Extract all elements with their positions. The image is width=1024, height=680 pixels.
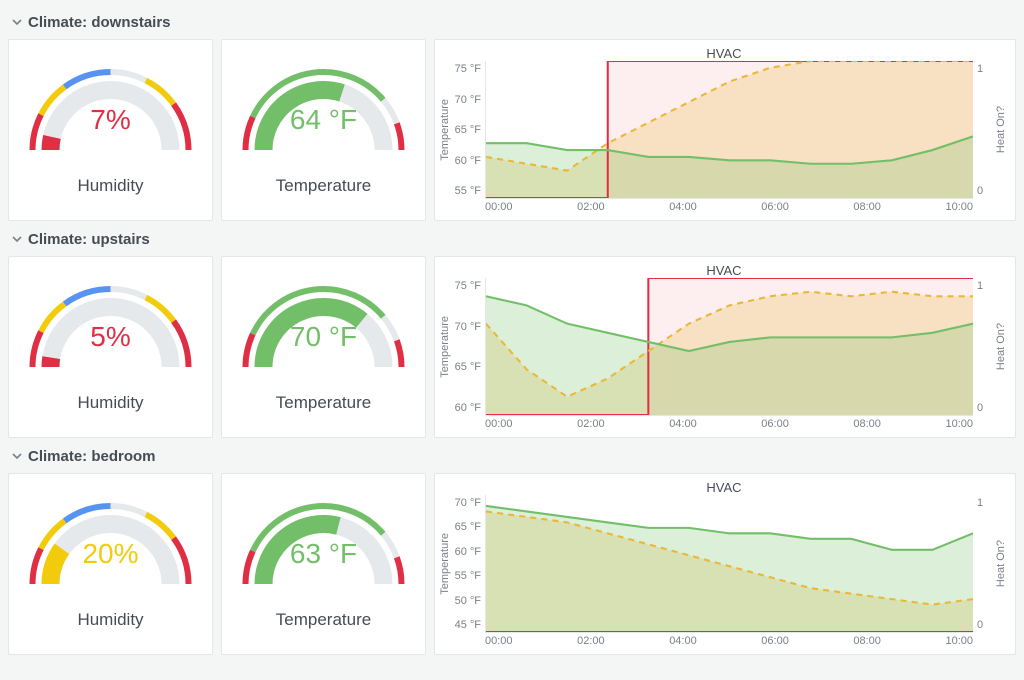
- gauge-humidity-downstairs[interactable]: 7% Humidity: [8, 39, 213, 221]
- y-axis-label-left: Temperature: [439, 533, 453, 595]
- gauge-label: Humidity: [77, 610, 143, 630]
- gauge-label: Temperature: [276, 176, 371, 196]
- plot-area: [485, 495, 973, 633]
- gauge-value: 64 °F: [222, 104, 425, 136]
- gauge-value: 63 °F: [222, 538, 425, 570]
- plot-area: [485, 278, 973, 416]
- section-bedroom: Climate: bedroom 20% Humidity 63 °F Temp…: [8, 442, 1016, 655]
- chevron-down-icon: [12, 231, 22, 248]
- x-ticks: 00:0002:0004:0006:0008:0010:00: [485, 199, 973, 217]
- y-axis-label-right: Heat On?: [995, 106, 1009, 153]
- section-downstairs: Climate: downstairs 7% Humidity 64 °F Te…: [8, 8, 1016, 221]
- hvac-chart-bedroom[interactable]: HVAC Temperature 70 °F65 °F60 °F55 °F50 …: [434, 473, 1016, 655]
- y-axis-label-left: Temperature: [439, 316, 453, 378]
- y-axis-label-right: Heat On?: [995, 323, 1009, 370]
- y-axis-label-right: Heat On?: [995, 540, 1009, 587]
- x-ticks: 00:0002:0004:0006:0008:0010:00: [485, 633, 973, 651]
- section-header-bedroom[interactable]: Climate: bedroom: [8, 442, 1016, 473]
- gauge-value: 70 °F: [222, 321, 425, 353]
- gauge-temperature-upstairs[interactable]: 70 °F Temperature: [221, 256, 426, 438]
- gauge-humidity-bedroom[interactable]: 20% Humidity: [8, 473, 213, 655]
- y-ticks-right: 10: [973, 278, 995, 416]
- y-ticks-left: 70 °F65 °F60 °F55 °F50 °F45 °F: [453, 495, 485, 633]
- gauge-label: Humidity: [77, 393, 143, 413]
- gauge-label: Temperature: [276, 610, 371, 630]
- y-ticks-left: 75 °F70 °F65 °F60 °F55 °F: [453, 61, 485, 199]
- chevron-down-icon: [12, 448, 22, 465]
- section-header-upstairs[interactable]: Climate: upstairs: [8, 225, 1016, 256]
- gauge-value: 7%: [9, 104, 212, 136]
- hvac-chart-upstairs[interactable]: HVAC Temperature 75 °F70 °F65 °F60 °F 10…: [434, 256, 1016, 438]
- y-ticks-right: 10: [973, 61, 995, 199]
- section-title: Climate: upstairs: [28, 231, 150, 248]
- gauge-value: 20%: [9, 538, 212, 570]
- plot-area: [485, 61, 973, 199]
- chevron-down-icon: [12, 14, 22, 31]
- section-title: Climate: bedroom: [28, 448, 156, 465]
- chart-title: HVAC: [439, 263, 1009, 278]
- gauge-temperature-downstairs[interactable]: 64 °F Temperature: [221, 39, 426, 221]
- section-header-downstairs[interactable]: Climate: downstairs: [8, 8, 1016, 39]
- chart-title: HVAC: [439, 46, 1009, 61]
- gauge-temperature-bedroom[interactable]: 63 °F Temperature: [221, 473, 426, 655]
- gauge-value: 5%: [9, 321, 212, 353]
- gauge-label: Humidity: [77, 176, 143, 196]
- y-axis-label-left: Temperature: [439, 99, 453, 161]
- y-ticks-right: 10: [973, 495, 995, 633]
- section-upstairs: Climate: upstairs 5% Humidity 70 °F Temp…: [8, 225, 1016, 438]
- gauge-humidity-upstairs[interactable]: 5% Humidity: [8, 256, 213, 438]
- section-title: Climate: downstairs: [28, 14, 171, 31]
- chart-title: HVAC: [439, 480, 1009, 495]
- x-ticks: 00:0002:0004:0006:0008:0010:00: [485, 416, 973, 434]
- y-ticks-left: 75 °F70 °F65 °F60 °F: [453, 278, 485, 416]
- hvac-chart-downstairs[interactable]: HVAC Temperature 75 °F70 °F65 °F60 °F55 …: [434, 39, 1016, 221]
- gauge-label: Temperature: [276, 393, 371, 413]
